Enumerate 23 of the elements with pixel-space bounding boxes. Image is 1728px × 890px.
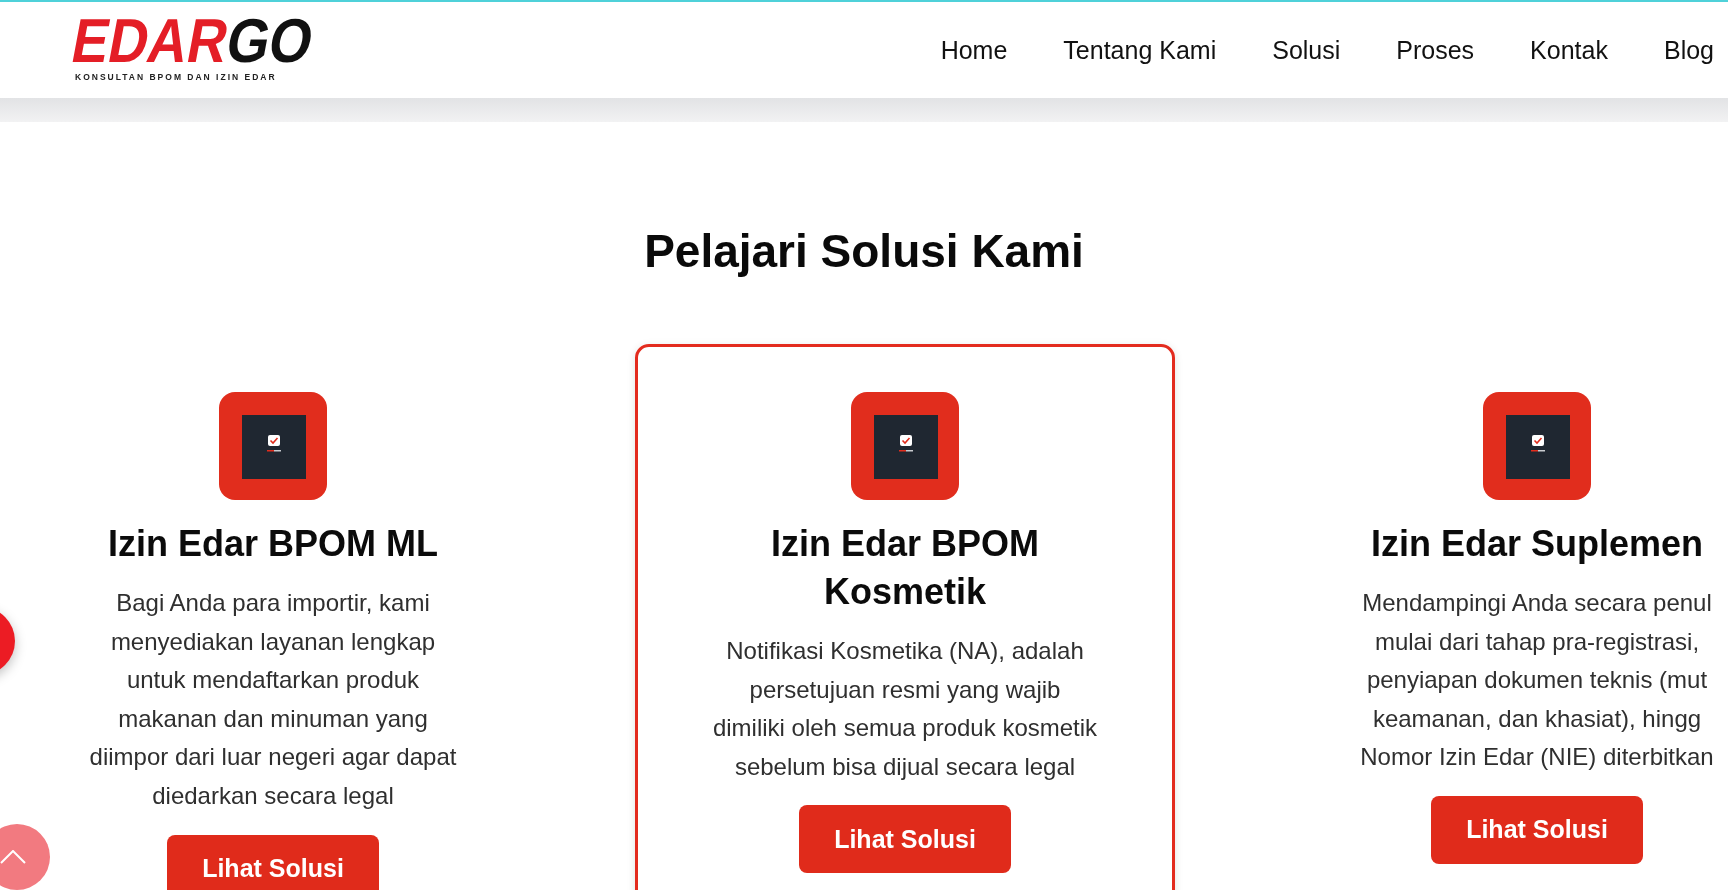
card-title: Izin Edar BPOM ML xyxy=(108,522,438,566)
card-description: Notifikasi Kosmetika (NA), adalah persetujuan resmi yang wajib dimiliki oleh semua produk kosmetik sebelum bisa dijual secara legal xyxy=(712,636,1098,782)
section-title: Pelajari Solusi Kami xyxy=(644,224,1084,279)
check-badge-icon xyxy=(1483,392,1591,500)
check-badge-icon xyxy=(851,392,959,500)
nav-link[interactable]: Blog xyxy=(1663,34,1714,66)
see-solution-button[interactable]: Lihat Solusi xyxy=(167,834,379,890)
scroll-top-button[interactable] xyxy=(0,824,50,890)
see-solution-button[interactable]: Lihat Solusi xyxy=(1431,795,1643,864)
check-badge-icon xyxy=(219,392,327,500)
card-title: Izin Edar Suplemen xyxy=(1370,522,1704,566)
see-solution-button[interactable]: Lihat Solusi xyxy=(799,805,1011,874)
logo-wordmark[interactable]: EDARGO xyxy=(67,10,319,72)
card-description: Bagi Anda para importir, kami menyediakan layanan lengkap untuk mendaftarkan produk makanan dan minuman yang diimpor dari luar negeri agar dapat diedarkan secara legal xyxy=(89,588,457,811)
chevron-up-icon xyxy=(0,850,26,864)
nav-link[interactable]: Kontak xyxy=(1530,34,1608,66)
nav-link[interactable]: Proses xyxy=(1396,34,1475,66)
nav-link[interactable]: Solusi xyxy=(1272,34,1341,66)
card-title: Izin Edar BPOM Kosmetik xyxy=(770,522,1040,614)
logo-tagline: KONSULTAN BPOM DAN IZIN EDAR xyxy=(75,72,277,82)
nav-link[interactable]: Tentang Kami xyxy=(1063,34,1217,66)
card-description: Mendampingi Anda secara penul mulai dari tahap pra-registrasi, penyiapan dokumen teknis (mut keamanan, dan khasiat), hingg Nomor Izin Edar (NIE) diterbitkan xyxy=(1360,588,1714,773)
nav-link[interactable]: Home xyxy=(940,34,1008,66)
